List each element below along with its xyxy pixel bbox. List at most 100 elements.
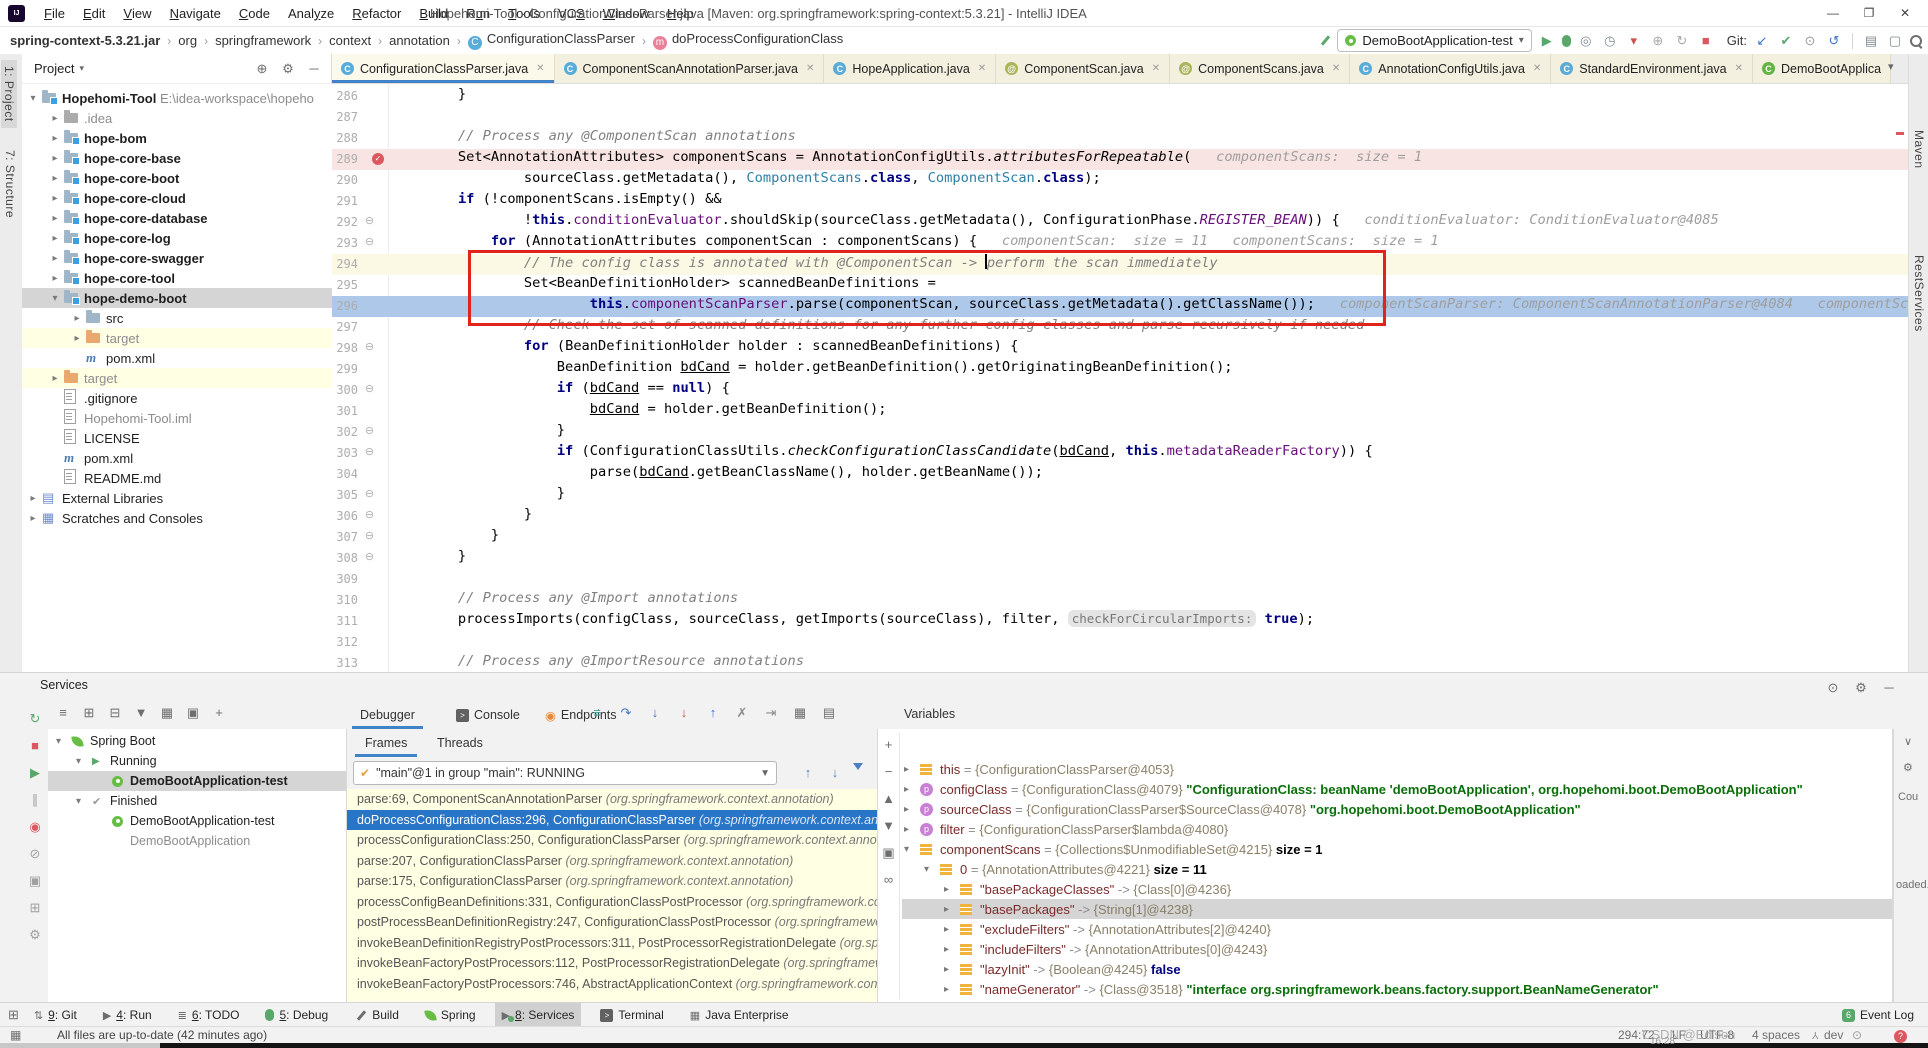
tree-arrow-icon[interactable]: ▸ [50,373,60,384]
editor-tab[interactable]: CAnnotationConfigUtils.java✕ [1350,54,1551,83]
breadcrumb-item[interactable]: org [178,33,197,48]
tree-arrow-icon[interactable]: ▾ [904,844,909,855]
variable-row[interactable]: ▸"includeFilters" -> {AnnotationAttribut… [902,939,1892,959]
fold-icon[interactable]: ⊖ [364,342,375,353]
variable-row[interactable]: ▸pconfigClass = {ConfigurationClass@4079… [902,779,1892,799]
close-icon[interactable]: ✕ [978,63,986,74]
line-number[interactable]: 309 [332,569,358,590]
close-icon[interactable]: ✕ [806,63,814,74]
hide-icon[interactable]: ─ [305,60,323,78]
fold-icon[interactable]: ⊖ [364,216,375,227]
project-tree-item[interactable]: ▸hope-core-database [22,208,332,228]
run-configuration-select[interactable]: DemoBootApplication-test▾ [1337,29,1531,52]
stack-frame[interactable]: invokeBeanFactoryPostProcessors:112, Pos… [347,953,877,974]
tab-debugger[interactable]: Debugger [352,701,423,729]
variable-row[interactable]: ▸"lazyInit" -> {Boolean@4245} false [902,959,1892,979]
project-header-title[interactable]: Project [34,61,74,76]
breadcrumb-item[interactable]: CConfigurationClassParser [468,31,635,50]
event-log-button[interactable]: 6 Event Log [1842,1008,1914,1022]
run-icon[interactable]: ▶ [1538,32,1556,50]
tool-button-build[interactable]: Build [347,1003,406,1027]
git-rollback-icon[interactable]: ↺ [1825,32,1843,50]
stop-icon[interactable]: ■ [26,736,44,754]
editor-tab[interactable]: @ComponentScan.java✕ [996,54,1170,83]
tree-arrow-icon[interactable]: ▸ [50,273,60,284]
tree-arrow-icon[interactable]: ▸ [50,173,60,184]
project-tree-item[interactable]: mpom.xml [22,448,332,468]
run-to-cursor-icon[interactable]: ⇥ [762,703,780,721]
ide-errors-icon[interactable]: ? [1894,1028,1907,1043]
variable-row[interactable]: ▸"nameGenerator" -> {Class@3518} "interf… [902,979,1892,999]
stripe-item-maven[interactable]: Maven [1912,130,1926,169]
line-number[interactable]: 310 [332,590,358,611]
gear-icon[interactable]: ⚙ [1852,678,1870,696]
stack-frame[interactable]: parse:69, ComponentScanAnnotationParser … [347,789,877,810]
line-number[interactable]: 288 [332,128,358,149]
gear-icon[interactable]: ⚙ [279,60,297,78]
tree-arrow-icon[interactable]: ▸ [904,764,909,775]
fold-icon[interactable]: ⊖ [364,552,375,563]
options-icon[interactable]: ▦ [158,703,176,721]
line-number[interactable]: 306 [332,506,358,527]
remove-watch-icon[interactable]: − [880,762,898,780]
bell-icon[interactable]: ⊙ [1852,1028,1862,1042]
line-number[interactable]: 295 [332,275,358,296]
tool-button-run[interactable]: ▶4: Run [96,1003,159,1027]
step-into-icon[interactable]: ↓ [646,703,664,721]
project-tree-item[interactable]: ▸.idea [22,108,332,128]
tree-arrow-icon[interactable]: ▸ [944,964,949,975]
fold-icon[interactable]: ⊖ [364,489,375,500]
tree-arrow-icon[interactable]: ▸ [944,904,949,915]
fold-icon[interactable]: ⊖ [364,510,375,521]
rerun-icon[interactable]: ↻ [1673,32,1691,50]
line-number[interactable]: 286 [332,86,358,107]
tool-button-debug[interactable]: 5: Debug [258,1003,335,1027]
stop-icon[interactable]: ■ [1697,32,1715,50]
drop-frame-icon[interactable]: ✗ [733,703,751,721]
git-update-icon[interactable]: ↙ [1753,32,1771,50]
tree-arrow-icon[interactable]: ▸ [72,313,82,324]
project-tree-item[interactable]: ▸hope-core-tool [22,268,332,288]
settings-icon[interactable]: ⚙ [26,925,44,943]
layout-icon[interactable]: ▢ [1886,32,1904,50]
frame-down-icon[interactable]: ↓ [826,763,844,781]
thread-selector[interactable]: ✔ "main"@1 in group "main": RUNNING ▼ [353,761,777,785]
variable-row[interactable]: ▸this = {ConfigurationClassParser@4053} [902,759,1892,779]
mute-breakpoints-icon[interactable]: ⊘ [26,844,44,862]
locate-icon[interactable]: ⊕ [253,60,271,78]
project-tree-item[interactable]: ▸target [22,368,332,388]
filter-frames-icon[interactable] [853,763,863,770]
tree-arrow-icon[interactable]: ▸ [944,944,949,955]
line-number[interactable]: 305 [332,485,358,506]
fold-icon[interactable]: ⊖ [364,531,375,542]
tool-button-terminal[interactable]: >Terminal [593,1003,670,1027]
project-tree-item[interactable]: ▸hope-bom [22,128,332,148]
search-icon[interactable] [1910,35,1922,47]
breadcrumb-item[interactable]: mdoProcessConfigurationClass [653,31,843,50]
menu-refactor[interactable]: Refactor [343,0,410,26]
tool-window-switcher-icon[interactable]: ⊞ [8,1007,19,1023]
gear-icon[interactable]: ⚙ [1903,761,1913,774]
add-watch-icon[interactable]: + [880,735,898,753]
tree-arrow-icon[interactable]: ▾ [76,756,81,767]
line-number[interactable]: 302 [332,422,358,443]
variable-row[interactable]: ▾componentScans = {Collections$Unmodifia… [902,839,1892,859]
tool-button-services[interactable]: ▶8: Services [495,1003,582,1027]
thread-dump-icon[interactable]: ▣ [26,871,44,889]
line-number[interactable]: 304 [332,464,358,485]
step-over-icon[interactable]: ↷ [617,703,635,721]
services-tree-item[interactable]: DemoBootApplication [48,831,346,851]
tree-arrow-icon[interactable]: ▸ [904,824,909,835]
project-tree-item[interactable]: ▸hope-core-cloud [22,188,332,208]
line-number[interactable]: 296 [332,296,358,317]
editor-tab[interactable]: CStandardEnvironment.java✕ [1551,54,1753,83]
tree-arrow-icon[interactable]: ▸ [50,213,60,224]
services-tree-item[interactable]: DemoBootApplication-test [48,771,346,791]
float-icon[interactable]: ⊙ [1824,678,1842,696]
tree-arrow-icon[interactable]: ▸ [50,233,60,244]
frame-up-icon[interactable]: ↑ [799,763,817,781]
indent-style[interactable]: 4 spaces [1752,1028,1800,1042]
services-tree-item[interactable]: DemoBootApplication-test [48,811,346,831]
tree-arrow-icon[interactable]: ▾ [924,864,929,875]
debug-icon[interactable] [1562,35,1571,47]
